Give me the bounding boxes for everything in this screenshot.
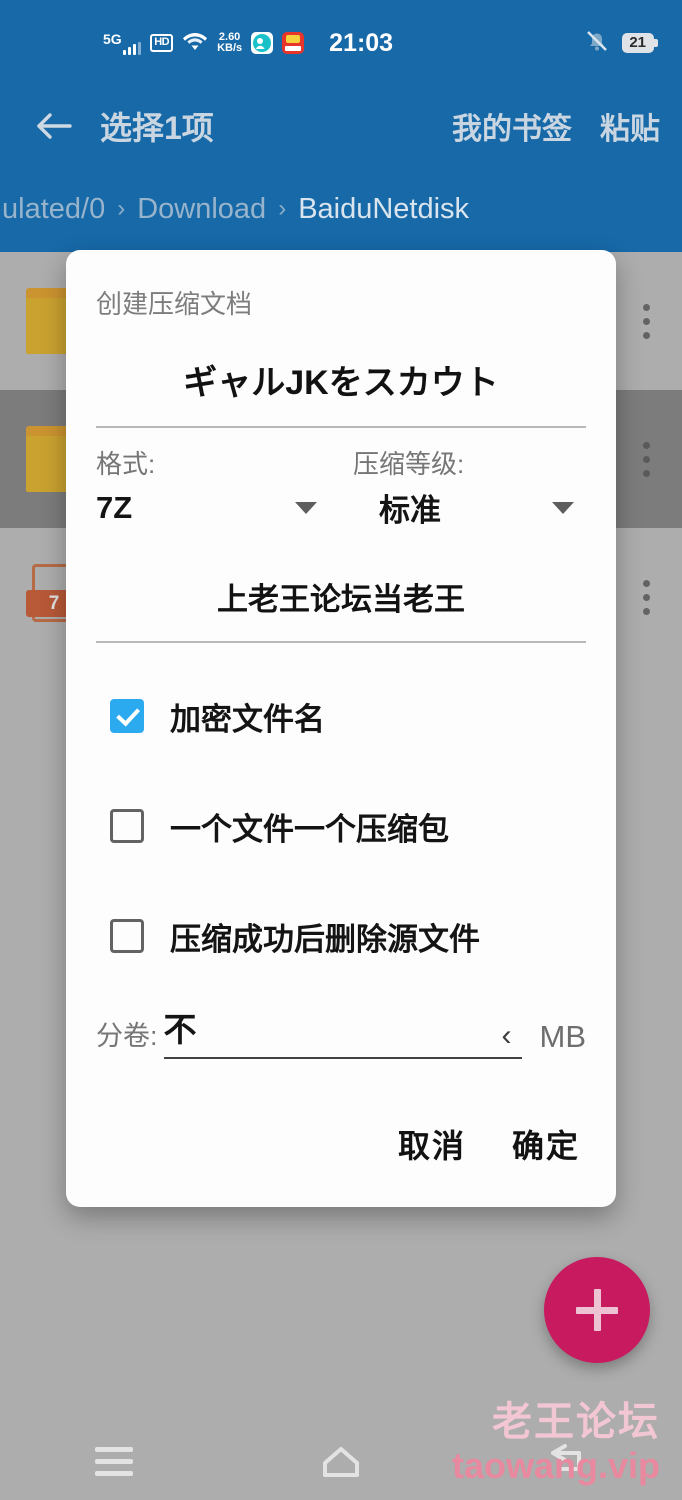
speed-unit: KB/s xyxy=(217,42,243,54)
signal-bars-icon: 5G xyxy=(103,30,142,55)
dialog-title: 创建压缩文档 xyxy=(96,289,253,319)
format-select[interactable]: 7Z xyxy=(96,485,329,530)
split-volume-row: 分卷: 不 ‹ MB xyxy=(96,991,586,1065)
password-input[interactable]: 上老王论坛当老王 xyxy=(96,530,586,643)
chevron-right-icon: › xyxy=(278,195,287,222)
page-title: 选择1项 xyxy=(100,110,214,146)
app-bar: 选择1项 我的书签 粘贴 xyxy=(0,86,682,166)
dialog-options: 加密文件名 一个文件一个压缩包 压缩成功后删除源文件 xyxy=(96,643,586,991)
my-bookmarks-button[interactable]: 我的书签 xyxy=(452,104,572,148)
status-bar-clock: 21:03 xyxy=(329,28,394,57)
status-bar: 5G HD 2.60 KB/s 21:03 21 xyxy=(0,0,682,86)
split-volume-value: 不 xyxy=(163,1011,197,1048)
phone-screen: 7 老王论坛 taowang.vip 5G HD 2.60 KB/s 21:03… xyxy=(0,0,682,1500)
mute-bell-icon xyxy=(584,28,610,59)
hd-icon: HD xyxy=(150,34,174,52)
data-speed-icon: 2.60 KB/s xyxy=(217,32,242,54)
paste-button[interactable]: 粘贴 xyxy=(600,104,660,148)
confirm-button[interactable]: 确定 xyxy=(512,1121,580,1167)
checkbox-checked-icon[interactable] xyxy=(110,699,144,733)
breadcrumb-item-download[interactable]: Download xyxy=(137,193,266,226)
dialog-select-labels: 格式: 压缩等级: xyxy=(96,428,586,481)
option-delete-source-after[interactable]: 压缩成功后删除源文件 xyxy=(96,881,586,991)
back-icon[interactable] xyxy=(513,1431,623,1491)
split-volume-input[interactable]: 不 ‹ xyxy=(163,1003,522,1059)
chevron-down-icon xyxy=(552,501,574,514)
breadcrumb-item-root[interactable]: ulated/0 xyxy=(2,193,105,226)
chevron-right-icon: › xyxy=(117,195,126,222)
option-one-archive-per-file[interactable]: 一个文件一个压缩包 xyxy=(96,771,586,881)
option-label: 一个文件一个压缩包 xyxy=(170,811,449,847)
chevron-down-icon xyxy=(295,501,317,514)
option-label: 压缩成功后删除源文件 xyxy=(170,921,480,957)
option-encrypt-filenames[interactable]: 加密文件名 xyxy=(96,661,586,771)
system-nav-bar xyxy=(0,1422,682,1500)
battery-icon: 21 xyxy=(622,33,658,53)
archive-name-input[interactable]: ギャルJKをスカウト xyxy=(96,321,586,428)
cancel-button[interactable]: 取消 xyxy=(398,1121,466,1167)
breadcrumb: ulated/0 › Download › BaiduNetdisk xyxy=(0,166,682,252)
option-label: 加密文件名 xyxy=(170,701,325,737)
breadcrumb-item-baidunetdisk[interactable]: BaiduNetdisk xyxy=(298,193,469,226)
app-icon-teal xyxy=(251,32,274,54)
split-volume-label: 分卷: xyxy=(96,1021,158,1051)
recents-menu-icon[interactable] xyxy=(59,1431,169,1491)
format-label-col: 格式: xyxy=(96,444,329,481)
status-bar-right: 21 xyxy=(584,28,658,59)
format-value: 7Z xyxy=(96,489,133,525)
home-icon[interactable] xyxy=(286,1431,396,1491)
app-bar-actions: 我的书签 粘贴 xyxy=(452,104,660,148)
plus-icon xyxy=(576,1289,618,1331)
back-arrow-icon[interactable] xyxy=(32,104,76,148)
app-icon-red xyxy=(282,32,305,54)
compression-level-select[interactable]: 标准 xyxy=(329,485,586,530)
checkbox-unchecked-icon[interactable] xyxy=(110,809,144,843)
wifi-icon xyxy=(182,30,208,57)
compression-level-value: 标准 xyxy=(379,493,441,528)
compression-level-label: 压缩等级: xyxy=(353,449,465,479)
network-type-label: 5G xyxy=(103,30,122,47)
split-volume-unit: MB xyxy=(539,1019,587,1054)
status-bar-left: 5G HD 2.60 KB/s 21:03 xyxy=(103,29,393,58)
format-label: 格式: xyxy=(96,449,156,479)
chevron-left-icon[interactable]: ‹ xyxy=(502,1021,512,1051)
create-archive-dialog: 创建压缩文档 ギャルJKをスカウト 格式: 压缩等级: 7Z 标准 上老王论坛当… xyxy=(66,250,616,1207)
level-label-col: 压缩等级: xyxy=(329,444,586,481)
checkbox-unchecked-icon[interactable] xyxy=(110,919,144,953)
dialog-select-values: 7Z 标准 xyxy=(96,485,586,530)
add-fab-button[interactable] xyxy=(544,1257,650,1363)
dialog-actions: 取消 确定 xyxy=(96,1065,586,1207)
